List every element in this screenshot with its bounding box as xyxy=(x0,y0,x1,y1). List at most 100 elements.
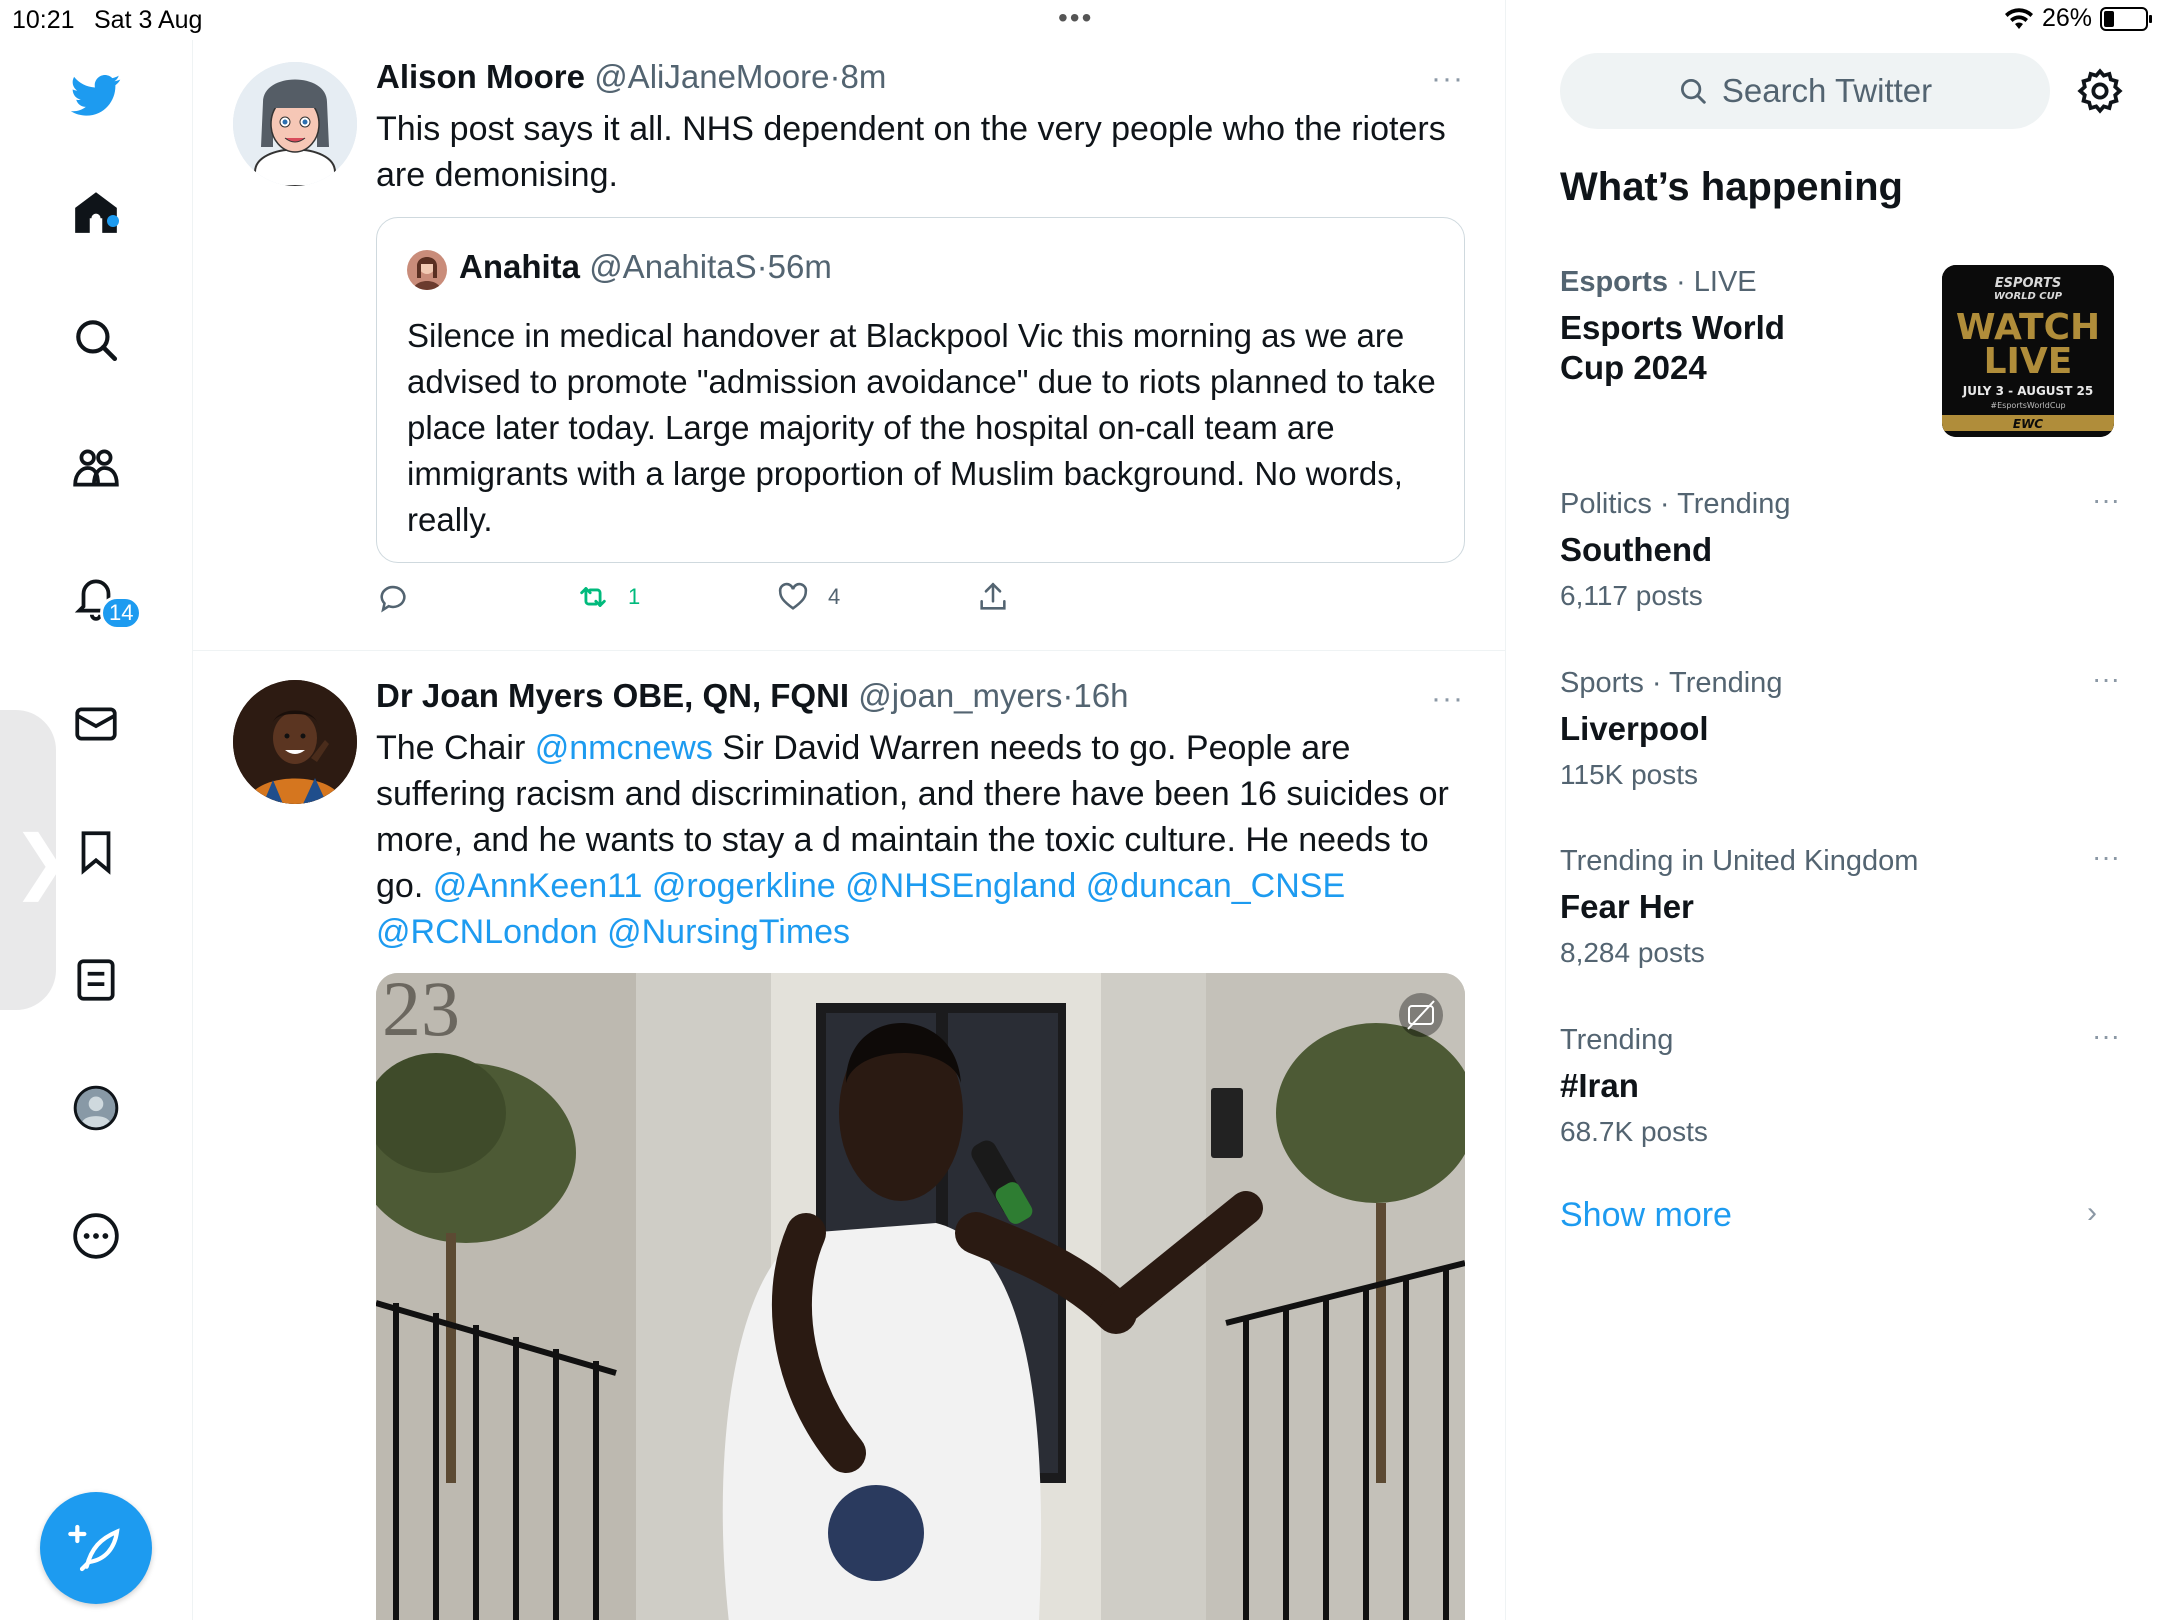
quoted-author-handle: @AnahitaS xyxy=(589,248,757,285)
search-icon[interactable] xyxy=(66,310,126,370)
trend-title-line: Cup 2024 xyxy=(1560,349,1707,386)
whats-happening-heading: What’s happening xyxy=(1560,165,1903,209)
like-count: 4 xyxy=(828,584,841,609)
retweet-icon xyxy=(580,587,606,607)
share-button[interactable] xyxy=(976,580,1010,614)
reply-button[interactable] xyxy=(376,580,428,614)
trend-category: Trending in United Kingdom xyxy=(1560,845,1919,877)
thumb-hashtag: #EsportsWorldCup xyxy=(1990,401,2065,410)
mention-link[interactable]: @nmcnews xyxy=(535,729,713,767)
retweet-count: 1 xyxy=(628,584,641,609)
status-date: Sat 3 Aug xyxy=(94,6,203,34)
thumb-ewc: EWC xyxy=(2013,417,2043,431)
quoted-timestamp: 56m xyxy=(767,248,832,285)
video-frame: 23 xyxy=(376,973,1465,1620)
trend-category: Sports · Trending xyxy=(1560,667,1783,699)
thumb-live: LIVE xyxy=(1984,341,2073,382)
author-handle[interactable]: @AliJaneMoore xyxy=(594,58,829,95)
trend-more-button[interactable]: ··· xyxy=(2092,841,2120,873)
mention-link[interactable]: @NursingTimes xyxy=(607,913,850,951)
search-placeholder: Search Twitter xyxy=(1721,72,1933,109)
trend-more-button[interactable]: ··· xyxy=(2092,663,2120,695)
mention-link[interactable]: @NHSEngland xyxy=(845,867,1076,905)
avatar[interactable] xyxy=(233,62,357,186)
tweet-text: The Chair @nmcnews Sir David Warren need… xyxy=(376,725,1456,955)
twitter-bird-icon[interactable] xyxy=(66,65,126,125)
timeline: Alison Moore @AliJaneMoore·8m ··· This p… xyxy=(193,0,1506,1620)
trend-title-line: Esports World xyxy=(1560,309,1785,346)
right-sidebar: Search Twitter What’s happening Esports … xyxy=(1507,0,2160,1620)
trend-post-count: 115K posts xyxy=(1560,759,1699,790)
quoted-header-separator: · xyxy=(756,248,768,285)
quoted-avatar xyxy=(407,250,447,290)
trend-post-count: 68.7K posts xyxy=(1560,1116,1708,1147)
trend-more-button[interactable]: ··· xyxy=(2092,1020,2120,1052)
trend-post-count: 8,284 posts xyxy=(1560,937,1705,968)
tweet-more-button[interactable]: ··· xyxy=(1431,682,1464,716)
trend-post-count: 6,117 posts xyxy=(1560,580,1703,611)
bookmark-icon[interactable] xyxy=(66,822,126,882)
mention-link[interactable]: @AnnKeen11 xyxy=(433,867,643,905)
trend-title: Liverpool xyxy=(1560,710,1709,747)
mention-link[interactable]: @duncan_CNSE xyxy=(1086,867,1345,905)
esports-world-cup-thumbnail[interactable]: ESPORTS WORLD CUP WATCH LIVE JULY 3 - AU… xyxy=(1942,265,2114,437)
trend-item[interactable]: Trending in United Kingdom Fear Her 8,28… xyxy=(1560,841,2120,973)
more-ellipsis-icon[interactable] xyxy=(66,1206,126,1266)
trend-title: Fear Her xyxy=(1560,888,1694,925)
messages-envelope-icon[interactable] xyxy=(66,694,126,754)
header-separator: · xyxy=(1062,677,1074,714)
settings-gear-icon[interactable] xyxy=(2075,66,2125,116)
retweet-button[interactable]: 1 xyxy=(576,580,640,614)
thumb-world-cup: WORLD CUP xyxy=(1994,291,2063,302)
tweet[interactable]: Alison Moore @AliJaneMoore·8m ··· This p… xyxy=(193,0,1505,650)
tweet-video[interactable]: 23 xyxy=(376,973,1465,1620)
compose-feather-icon xyxy=(68,1524,120,1572)
show-more-link[interactable]: Show more xyxy=(1560,1196,1732,1235)
trend-category: Trending xyxy=(1560,1024,1674,1056)
tweet-header: Dr Joan Myers OBE, QN, FQNI @joan_myers·… xyxy=(376,677,1128,715)
trend-title: #Iran xyxy=(1560,1067,1639,1104)
chevron-right-icon: ❯ xyxy=(12,820,71,902)
like-button[interactable]: 4 xyxy=(776,580,840,614)
author-name[interactable]: Dr Joan Myers OBE, QN, FQNI xyxy=(376,677,849,714)
home-icon[interactable] xyxy=(66,182,126,242)
quoted-header: Anahita @AnahitaS·56m xyxy=(459,248,832,286)
quoted-author-name: Anahita xyxy=(459,248,581,285)
trend-title: Southend xyxy=(1560,531,1713,568)
lists-icon[interactable] xyxy=(66,950,126,1010)
tweet-text: This post says it all. NHS dependent on … xyxy=(376,110,1446,194)
share-icon xyxy=(980,582,1006,610)
trend-item[interactable]: Sports · Trending Liverpool 115K posts ·… xyxy=(1560,663,2120,795)
trend-item[interactable]: Politics · Trending Southend 6,117 posts… xyxy=(1560,484,2120,616)
avatar[interactable] xyxy=(233,680,357,804)
trend-item[interactable]: Trending #Iran 68.7K posts ··· xyxy=(1560,1020,2120,1152)
side-drawer-handle[interactable]: ❯ xyxy=(0,710,71,1010)
mention-link[interactable]: @rogerkline xyxy=(652,867,836,905)
trend-live-tag: LIVE xyxy=(1693,266,1757,298)
author-name[interactable]: Alison Moore xyxy=(376,58,585,95)
left-navigation: ❯ 14 xyxy=(0,40,193,1620)
trend-more-button[interactable]: ··· xyxy=(2092,484,2120,516)
video-address-number: 23 xyxy=(382,973,460,1052)
trend-category-label: Esports xyxy=(1560,266,1668,298)
thumb-esports: ESPORTS xyxy=(1995,276,2061,291)
author-handle[interactable]: @joan_myers xyxy=(858,677,1062,714)
tweet-more-button[interactable]: ··· xyxy=(1431,62,1464,96)
profile-avatar-icon[interactable] xyxy=(66,1078,126,1138)
quoted-tweet[interactable]: Anahita @AnahitaS·56m Silence in medical… xyxy=(376,217,1465,563)
search-input[interactable]: Search Twitter xyxy=(1560,53,2050,129)
tweet-timestamp[interactable]: 8m xyxy=(840,58,886,95)
tweet-actions: 1 4 xyxy=(376,580,1276,620)
trend-category: Politics · Trending xyxy=(1560,488,1791,520)
communities-icon[interactable] xyxy=(66,438,126,498)
tweet[interactable]: Dr Joan Myers OBE, QN, FQNI @joan_myers·… xyxy=(193,651,1505,1620)
tweet-header: Alison Moore @AliJaneMoore·8m xyxy=(376,58,886,96)
compose-tweet-button[interactable] xyxy=(40,1492,152,1604)
header-separator: · xyxy=(829,58,841,95)
reply-icon xyxy=(380,585,406,613)
mention-link[interactable]: @RCNLondon xyxy=(376,913,598,951)
chevron-right-icon: › xyxy=(2087,1196,2097,1229)
quoted-tweet-text: Silence in medical handover at Blackpool… xyxy=(407,317,1436,538)
tweet-timestamp[interactable]: 16h xyxy=(1073,677,1128,714)
heart-icon xyxy=(778,582,808,610)
